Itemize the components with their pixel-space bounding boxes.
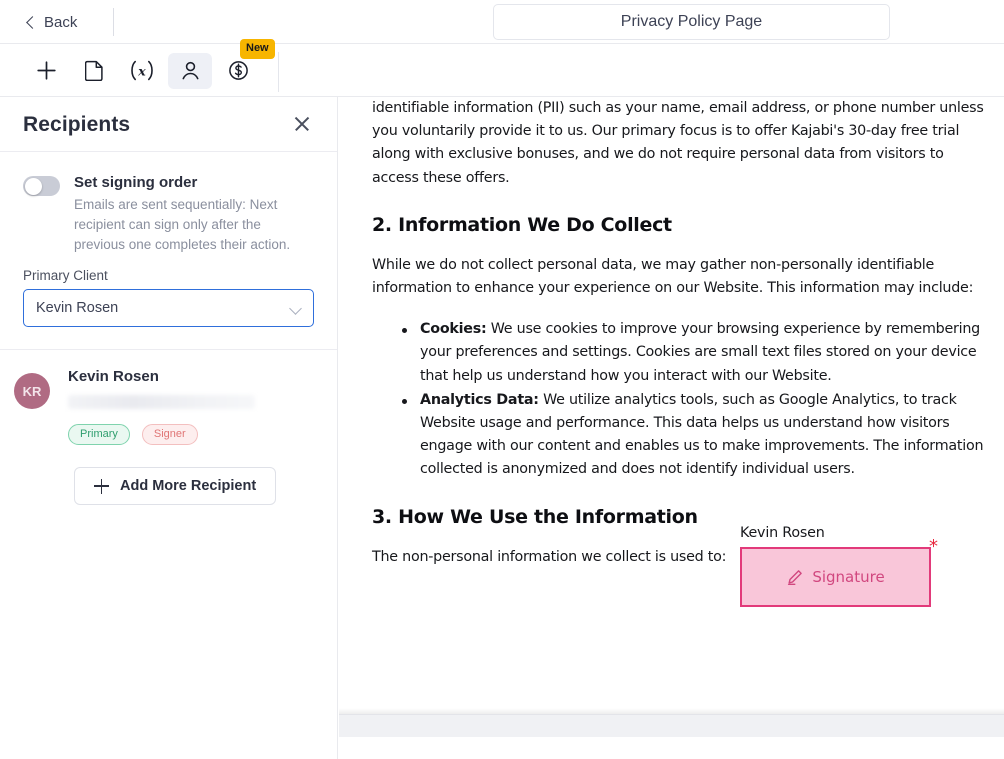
avatar: KR <box>14 373 50 409</box>
signing-order-text: Set signing order Emails are sent sequen… <box>74 174 313 255</box>
document-tool-button[interactable] <box>72 53 116 89</box>
primary-client-label: Primary Client <box>23 268 108 283</box>
document-icon <box>84 60 103 81</box>
recipient-email-hidden <box>68 395 255 409</box>
recipient-badges: Primary Signer <box>68 424 255 446</box>
back-button[interactable]: Back <box>26 0 91 44</box>
close-icon[interactable] <box>290 112 314 136</box>
panel-header: Recipients <box>0 97 337 152</box>
signature-field[interactable]: * Signature <box>740 538 938 607</box>
pen-icon <box>788 569 803 585</box>
add-more-wrap: Add More Recipient <box>0 445 337 506</box>
recipient-name: Kevin Rosen <box>68 368 159 385</box>
document-viewport[interactable]: identifiable information (PII) such as y… <box>339 97 1004 759</box>
recipient-row[interactable]: KR Kevin Rosen Primary Signer <box>0 350 337 446</box>
list-item: Cookies: We use cookies to improve your … <box>372 318 992 388</box>
required-marker: * <box>929 536 938 557</box>
new-badge: New <box>240 38 275 59</box>
primary-client-select-wrap: Kevin Rosen <box>0 289 337 327</box>
chevron-left-icon <box>26 15 39 29</box>
badge-signer: Signer <box>141 424 198 446</box>
signature-label: Signature <box>812 568 885 586</box>
recipients-tool-button[interactable] <box>168 52 212 89</box>
svg-text:x: x <box>137 63 146 78</box>
document-bullet-list: Cookies: We use cookies to improve your … <box>372 318 992 481</box>
toggle-knob <box>24 177 42 195</box>
document-paragraph-1: identifiable information (PII) such as y… <box>372 100 984 186</box>
tool-strip: x New <box>0 38 1004 97</box>
top-bar: Back Privacy Policy Page <box>0 0 1004 44</box>
variable-x-icon: x <box>131 60 153 81</box>
signature-recipient-name: Kevin Rosen <box>740 525 825 541</box>
primary-client-value: Kevin Rosen <box>36 300 119 316</box>
signature-block: Kevin Rosen * Signature <box>740 525 940 607</box>
bullet-text: We use cookies to improve your browsing … <box>420 321 980 384</box>
panel-title: Recipients <box>23 113 131 136</box>
list-item: Analytics Data: We utilize analytics too… <box>372 389 992 482</box>
add-more-recipient-button[interactable]: Add More Recipient <box>74 467 277 506</box>
document-title: Privacy Policy Page <box>620 13 763 30</box>
add-more-recipient-label: Add More Recipient <box>120 478 257 495</box>
badge-primary: Primary <box>68 424 130 446</box>
signing-order-title: Set signing order <box>74 174 198 191</box>
bullet-term: Analytics Data: <box>420 391 539 408</box>
primary-client-select[interactable]: Kevin Rosen <box>23 289 314 327</box>
document-heading-2: 2. Information We Do Collect <box>372 213 672 236</box>
signing-order-toggle[interactable] <box>23 176 60 196</box>
chevron-down-icon <box>289 302 302 315</box>
person-icon <box>182 61 198 80</box>
recipient-details: Kevin Rosen Primary Signer <box>68 368 255 446</box>
signing-order-row: Set signing order Emails are sent sequen… <box>0 152 337 255</box>
plus-icon <box>36 61 56 80</box>
recipients-panel: Recipients Set signing order Emails are … <box>0 97 338 759</box>
tool-list: x New <box>24 38 275 97</box>
page-bottom-edge <box>339 714 1004 737</box>
header-divider <box>113 8 114 36</box>
add-tool-button[interactable] <box>24 53 68 89</box>
plus-icon <box>94 478 109 494</box>
signing-order-description: Emails are sent sequentially: Next recip… <box>74 197 291 252</box>
panel-body: Set signing order Emails are sent sequen… <box>0 152 337 506</box>
document-title-field[interactable]: Privacy Policy Page <box>493 4 890 40</box>
app-root: Back Privacy Policy Page x New Recipient… <box>0 0 1004 759</box>
variable-tool-button[interactable]: x <box>120 53 164 89</box>
dollar-circle-icon <box>228 61 248 80</box>
document-paragraph-2: While we do not collect personal data, w… <box>372 256 974 297</box>
payment-tool-button[interactable]: New <box>216 38 275 89</box>
bullet-term: Cookies: <box>420 321 487 338</box>
document-page: identifiable information (PII) such as y… <box>339 97 1004 737</box>
back-label: Back <box>44 13 78 31</box>
tool-strip-divider <box>278 52 279 92</box>
